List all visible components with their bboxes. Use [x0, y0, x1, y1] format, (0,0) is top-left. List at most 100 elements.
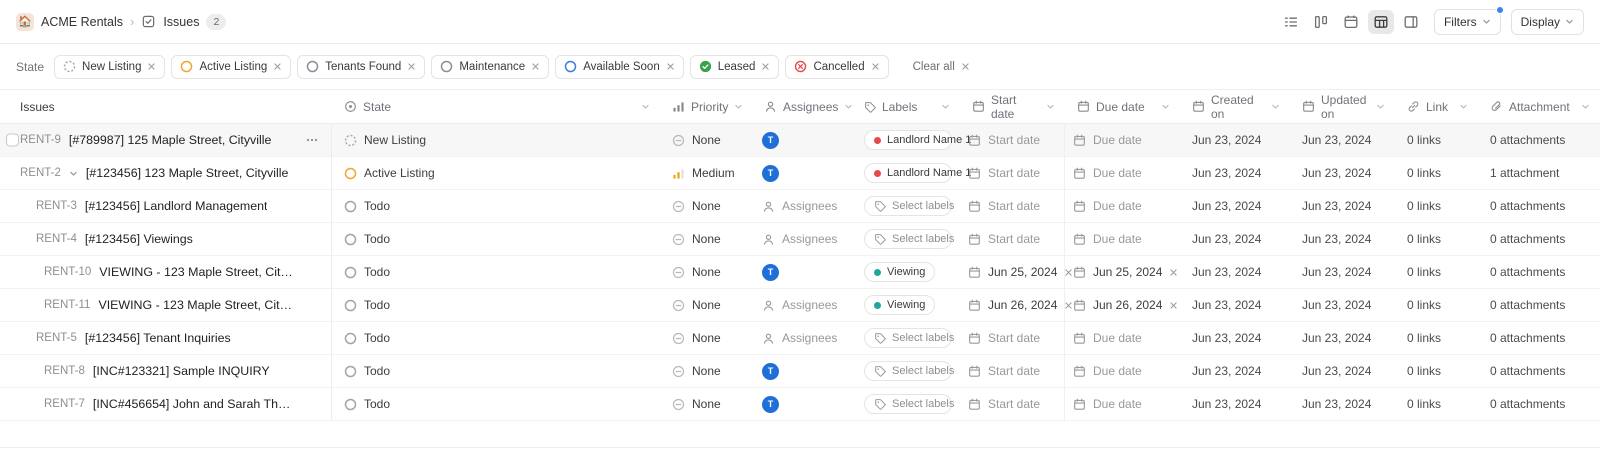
close-icon[interactable]: [273, 62, 282, 71]
expand-chevron-icon[interactable]: [69, 169, 78, 178]
issue-title[interactable]: [#123456] Landlord Management: [85, 199, 268, 213]
priority-cell[interactable]: None: [660, 256, 752, 288]
breadcrumb-page[interactable]: Issues: [163, 15, 199, 29]
column-header-updated-on[interactable]: Updated on: [1290, 90, 1395, 123]
close-icon[interactable]: [666, 62, 675, 71]
assignees-cell[interactable]: Assignees: [752, 289, 852, 321]
due-date-cell[interactable]: Due date: [1065, 124, 1180, 156]
panel-view-button[interactable]: [1398, 10, 1424, 34]
priority-cell[interactable]: None: [660, 289, 752, 321]
kanban-view-button[interactable]: [1308, 10, 1334, 34]
issue-title-cell[interactable]: RENT-9[#789987] 125 Maple Street, Cityvi…: [0, 124, 332, 156]
column-header-due-date[interactable]: Due date: [1065, 90, 1180, 123]
due-date-cell[interactable]: Jun 25, 2024: [1065, 256, 1180, 288]
state-cell[interactable]: Todo: [332, 190, 660, 222]
assignees-cell[interactable]: Assignees: [752, 190, 852, 222]
assignees-cell[interactable]: T: [752, 157, 852, 189]
state-cell[interactable]: Todo: [332, 355, 660, 387]
due-date-cell[interactable]: Due date: [1065, 322, 1180, 354]
display-button[interactable]: Display: [1511, 9, 1584, 35]
due-date-cell[interactable]: Due date: [1065, 190, 1180, 222]
column-header-priority[interactable]: Priority: [660, 90, 752, 123]
assignees-cell[interactable]: T: [752, 256, 852, 288]
labels-cell[interactable]: Select labels: [852, 223, 960, 255]
state-cell[interactable]: Todo: [332, 322, 660, 354]
priority-cell[interactable]: None: [660, 388, 752, 420]
close-icon[interactable]: [407, 62, 416, 71]
start-date-cell[interactable]: Start date: [960, 157, 1065, 189]
breadcrumb-workspace[interactable]: ACME Rentals: [41, 15, 123, 29]
assignee-avatar[interactable]: T: [762, 132, 779, 149]
column-header-created-on[interactable]: Created on: [1180, 90, 1290, 123]
filter-chip[interactable]: Active Listing: [171, 55, 291, 79]
priority-cell[interactable]: None: [660, 223, 752, 255]
filter-chip[interactable]: Tenants Found: [297, 55, 425, 79]
issue-title[interactable]: [INC#123321] Sample INQUIRY: [93, 364, 270, 378]
priority-cell[interactable]: None: [660, 190, 752, 222]
start-date-cell[interactable]: Start date: [960, 388, 1065, 420]
column-header-start-date[interactable]: Start date: [960, 90, 1065, 123]
table-row[interactable]: RENT-2[#123456] 123 Maple Street, Cityvi…: [0, 157, 1600, 190]
priority-cell[interactable]: Medium: [660, 157, 752, 189]
table-row[interactable]: RENT-9[#789987] 125 Maple Street, Cityvi…: [0, 124, 1600, 157]
assignees-cell[interactable]: Assignees: [752, 223, 852, 255]
column-header-state[interactable]: State: [332, 90, 660, 123]
label-pill[interactable]: Viewing: [864, 295, 935, 315]
start-date-cell[interactable]: Jun 26, 2024: [960, 289, 1065, 321]
close-icon[interactable]: [147, 62, 156, 71]
issue-title[interactable]: [INC#456654] John and Sarah Thompson: [93, 397, 297, 411]
filter-chip[interactable]: Maintenance: [431, 55, 549, 79]
due-date-cell[interactable]: Due date: [1065, 223, 1180, 255]
issue-title-cell[interactable]: RENT-11VIEWING - 123 Maple Street, Cityv…: [0, 289, 332, 321]
issue-title[interactable]: [#123456] 123 Maple Street, Cityville: [86, 166, 289, 180]
select-labels-button[interactable]: Select labels: [864, 361, 952, 381]
due-date-cell[interactable]: Due date: [1065, 355, 1180, 387]
assignee-avatar[interactable]: T: [762, 165, 779, 182]
row-checkbox[interactable]: [6, 134, 19, 147]
start-date-cell[interactable]: Start date: [960, 190, 1065, 222]
more-button[interactable]: [305, 133, 319, 147]
table-row[interactable]: RENT-7[INC#456654] John and Sarah Thomps…: [0, 388, 1600, 421]
table-row[interactable]: RENT-5[#123456] Tenant InquiriesTodoNone…: [0, 322, 1600, 355]
close-icon[interactable]: [871, 62, 880, 71]
issue-title-cell[interactable]: RENT-10VIEWING - 123 Maple Street, Cityv…: [0, 256, 332, 288]
due-date-cell[interactable]: Due date: [1065, 388, 1180, 420]
issue-title[interactable]: VIEWING - 123 Maple Street, Cityville: [98, 298, 297, 312]
table-view-button[interactable]: [1368, 10, 1394, 34]
issue-title-cell[interactable]: RENT-3[#123456] Landlord Management: [0, 190, 332, 222]
issue-title-cell[interactable]: RENT-7[INC#456654] John and Sarah Thomps…: [0, 388, 332, 420]
labels-cell[interactable]: Landlord Name 1: [852, 157, 960, 189]
table-row[interactable]: RENT-11VIEWING - 123 Maple Street, Cityv…: [0, 289, 1600, 322]
labels-cell[interactable]: Viewing: [852, 256, 960, 288]
start-date-cell[interactable]: Jun 25, 2024: [960, 256, 1065, 288]
assignee-avatar[interactable]: T: [762, 264, 779, 281]
select-labels-button[interactable]: Select labels: [864, 328, 952, 348]
select-labels-button[interactable]: Select labels: [864, 196, 952, 216]
issue-title-cell[interactable]: RENT-2[#123456] 123 Maple Street, Cityvi…: [0, 157, 332, 189]
column-header-attachment[interactable]: Attachment: [1478, 90, 1600, 123]
priority-cell[interactable]: None: [660, 124, 752, 156]
assignees-cell[interactable]: T: [752, 388, 852, 420]
filter-chip[interactable]: Leased: [690, 55, 780, 79]
assignees-cell[interactable]: T: [752, 355, 852, 387]
filter-chip[interactable]: New Listing: [54, 55, 165, 79]
close-icon[interactable]: [761, 62, 770, 71]
calendar-view-button[interactable]: [1338, 10, 1364, 34]
close-icon[interactable]: [1169, 268, 1178, 277]
issue-title[interactable]: [#789987] 125 Maple Street, Cityville: [69, 133, 272, 147]
list-view-button[interactable]: [1278, 10, 1304, 34]
table-row[interactable]: RENT-10VIEWING - 123 Maple Street, Cityv…: [0, 256, 1600, 289]
state-cell[interactable]: New Listing: [332, 124, 660, 156]
state-cell[interactable]: Todo: [332, 388, 660, 420]
column-header-labels[interactable]: Labels: [852, 90, 960, 123]
select-labels-button[interactable]: Select labels: [864, 229, 952, 249]
issue-title[interactable]: [#123456] Tenant Inquiries: [85, 331, 231, 345]
issue-title-cell[interactable]: RENT-8[INC#123321] Sample INQUIRY: [0, 355, 332, 387]
start-date-cell[interactable]: Start date: [960, 124, 1065, 156]
labels-cell[interactable]: Select labels: [852, 322, 960, 354]
filter-chip[interactable]: Available Soon: [555, 55, 684, 79]
state-cell[interactable]: Todo: [332, 289, 660, 321]
table-row[interactable]: RENT-8[INC#123321] Sample INQUIRYTodoNon…: [0, 355, 1600, 388]
filters-button[interactable]: Filters: [1434, 9, 1501, 35]
issue-title[interactable]: VIEWING - 123 Maple Street, Cityville: [99, 265, 297, 279]
